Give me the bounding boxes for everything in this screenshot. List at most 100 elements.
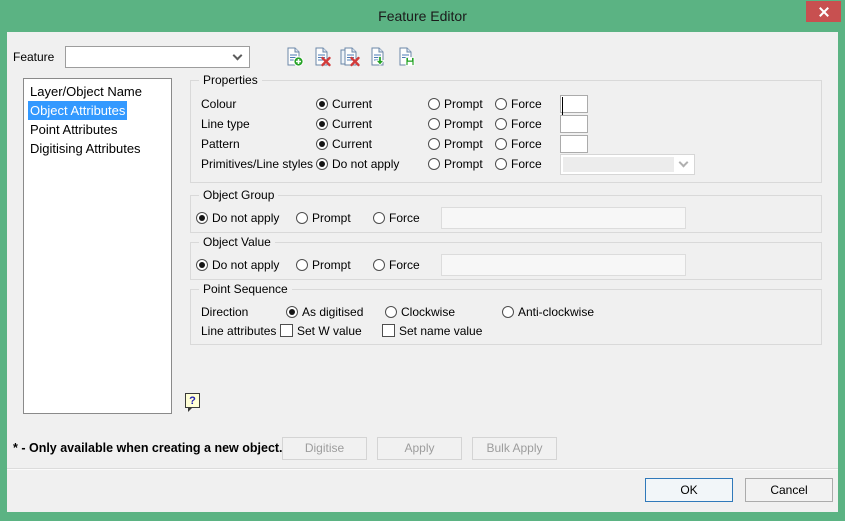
radio-label: Current bbox=[332, 137, 372, 151]
radio-label: Prompt bbox=[444, 97, 483, 111]
footnote: * - Only available when creating a new o… bbox=[13, 437, 283, 460]
attribute-category-list: Layer/Object Name Object Attributes Poin… bbox=[23, 78, 172, 414]
object-value-prompt-radio[interactable]: Prompt bbox=[296, 258, 373, 272]
import-feature-icon[interactable] bbox=[367, 46, 389, 68]
list-item-label: Object Attributes bbox=[28, 101, 127, 120]
radio-icon bbox=[502, 306, 514, 318]
colour-row: Colour Current Prompt Force bbox=[201, 94, 821, 114]
feature-combobox[interactable] bbox=[65, 46, 250, 68]
radio-label: Prompt bbox=[444, 137, 483, 151]
checkbox-label: Set name value bbox=[399, 324, 482, 338]
checkbox-label: Set W value bbox=[297, 324, 362, 338]
colour-swatch bbox=[562, 97, 563, 115]
close-button[interactable] bbox=[806, 1, 841, 22]
feature-label: Feature bbox=[13, 50, 65, 64]
list-item-label: Point Attributes bbox=[28, 120, 119, 139]
pattern-swatch-button[interactable] bbox=[560, 135, 588, 153]
save-feature-icon[interactable] bbox=[395, 46, 417, 68]
point-sequence-group: Point Sequence Direction As digitised Cl… bbox=[190, 289, 822, 345]
colour-label: Colour bbox=[201, 97, 316, 111]
direction-as-digitised-radio[interactable]: As digitised bbox=[286, 305, 385, 319]
new-feature-icon[interactable] bbox=[283, 46, 305, 68]
pattern-current-radio[interactable]: Current bbox=[316, 137, 428, 151]
colour-force-radio[interactable]: Force bbox=[495, 97, 560, 111]
properties-group-title: Properties bbox=[199, 73, 262, 88]
radio-icon bbox=[495, 138, 507, 150]
line-type-swatch-button[interactable] bbox=[560, 115, 588, 133]
line-type-label: Line type bbox=[201, 117, 316, 131]
radio-icon bbox=[495, 118, 507, 130]
feature-toolbar bbox=[283, 46, 417, 68]
object-group-row: Do not apply Prompt Force bbox=[196, 206, 821, 230]
pattern-label: Pattern bbox=[201, 137, 316, 151]
radio-icon bbox=[428, 158, 440, 170]
list-item-label: Digitising Attributes bbox=[28, 139, 143, 158]
object-group-prompt-radio[interactable]: Prompt bbox=[296, 211, 373, 225]
radio-icon bbox=[495, 158, 507, 170]
help-icon[interactable]: ? bbox=[185, 393, 200, 408]
set-name-value-checkbox[interactable]: Set name value bbox=[382, 324, 482, 338]
cancel-button[interactable]: Cancel bbox=[745, 478, 833, 502]
object-value-do-not-apply-radio[interactable]: Do not apply bbox=[196, 258, 296, 272]
colour-swatch-button[interactable] bbox=[560, 95, 588, 113]
radio-icon bbox=[196, 212, 208, 224]
pattern-row: Pattern Current Prompt Force bbox=[201, 134, 821, 154]
line-attributes-row: Line attributes Set W value Set name val… bbox=[201, 321, 821, 340]
primitives-prompt-radio[interactable]: Prompt bbox=[428, 157, 495, 171]
radio-icon bbox=[428, 118, 440, 130]
list-item-point-attributes[interactable]: Point Attributes bbox=[24, 120, 171, 139]
primitives-do-not-apply-radio[interactable]: Do not apply bbox=[316, 157, 428, 171]
titlebar: Feature Editor bbox=[0, 0, 845, 32]
feature-editor-dialog: Feature Editor Feature bbox=[0, 0, 845, 521]
line-type-prompt-radio[interactable]: Prompt bbox=[428, 117, 495, 131]
direction-clockwise-radio[interactable]: Clockwise bbox=[385, 305, 502, 319]
radio-label: Prompt bbox=[312, 258, 351, 272]
radio-icon bbox=[385, 306, 397, 318]
radio-label: Prompt bbox=[312, 211, 351, 225]
ok-button[interactable]: OK bbox=[645, 478, 733, 502]
chevron-down-icon bbox=[233, 51, 243, 61]
footer-divider bbox=[7, 468, 838, 470]
object-group-force-radio[interactable]: Force bbox=[373, 211, 441, 225]
primitives-force-radio[interactable]: Force bbox=[495, 157, 560, 171]
delete-feature-icon[interactable] bbox=[311, 46, 333, 68]
radio-icon bbox=[316, 118, 328, 130]
radio-label: Anti-clockwise bbox=[518, 305, 594, 319]
radio-label: Do not apply bbox=[212, 211, 279, 225]
object-value-force-radio[interactable]: Force bbox=[373, 258, 441, 272]
colour-current-radio[interactable]: Current bbox=[316, 97, 428, 111]
radio-icon bbox=[196, 259, 208, 271]
list-item-digitising-attributes[interactable]: Digitising Attributes bbox=[24, 139, 171, 158]
direction-anti-clockwise-radio[interactable]: Anti-clockwise bbox=[502, 305, 594, 319]
point-sequence-title: Point Sequence bbox=[199, 282, 292, 297]
primitives-label: Primitives/Line styles bbox=[201, 157, 316, 171]
colour-prompt-radio[interactable]: Prompt bbox=[428, 97, 495, 111]
list-item-object-attributes[interactable]: Object Attributes bbox=[24, 101, 171, 120]
pattern-force-radio[interactable]: Force bbox=[495, 137, 560, 151]
line-type-current-radio[interactable]: Current bbox=[316, 117, 428, 131]
line-type-force-radio[interactable]: Force bbox=[495, 117, 560, 131]
radio-label: Force bbox=[511, 137, 542, 151]
radio-label: Clockwise bbox=[401, 305, 455, 319]
radio-label: Current bbox=[332, 117, 372, 131]
object-group-do-not-apply-radio[interactable]: Do not apply bbox=[196, 211, 296, 225]
radio-label: Do not apply bbox=[332, 157, 399, 171]
bulk-apply-button: Bulk Apply bbox=[472, 437, 557, 460]
radio-icon bbox=[296, 259, 308, 271]
radio-label: Force bbox=[511, 97, 542, 111]
radio-icon bbox=[495, 98, 507, 110]
checkbox-icon bbox=[280, 324, 293, 337]
pattern-prompt-radio[interactable]: Prompt bbox=[428, 137, 495, 151]
object-group-field-disabled bbox=[441, 207, 686, 229]
object-value-row: Do not apply Prompt Force bbox=[196, 253, 821, 277]
digitise-button: Digitise bbox=[282, 437, 367, 460]
set-w-value-checkbox[interactable]: Set W value bbox=[280, 324, 382, 338]
checkbox-icon bbox=[382, 324, 395, 337]
delete-all-features-icon[interactable] bbox=[339, 46, 361, 68]
radio-icon bbox=[373, 259, 385, 271]
radio-icon bbox=[428, 138, 440, 150]
primitives-combobox-value bbox=[563, 157, 674, 172]
radio-label: Force bbox=[389, 211, 420, 225]
properties-group: Properties Colour Current Prompt Force bbox=[190, 80, 822, 183]
list-item-layer-object-name[interactable]: Layer/Object Name bbox=[24, 82, 171, 101]
